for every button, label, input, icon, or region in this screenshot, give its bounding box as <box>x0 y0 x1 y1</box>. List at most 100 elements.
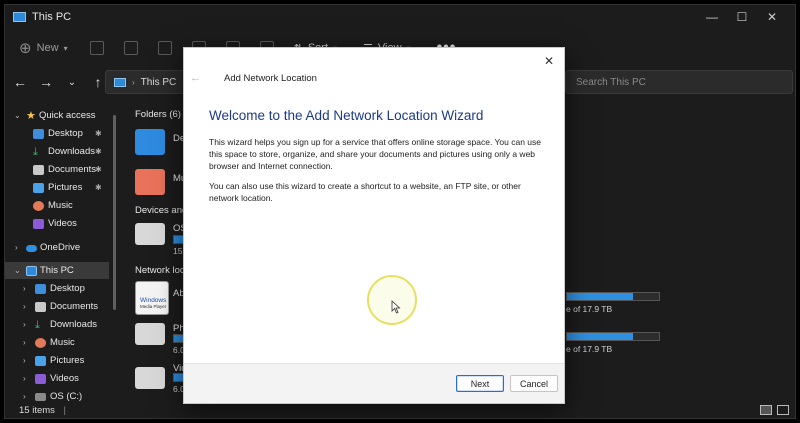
sidebar-item-pc-downloads[interactable]: › ⤓ Downloads <box>5 316 109 333</box>
sidebar-item-pc-documents[interactable]: › Documents <box>5 298 109 315</box>
copy-icon[interactable] <box>123 41 138 55</box>
sidebar-item-desktop[interactable]: Desktop ✱ <box>5 125 109 142</box>
chevron-right-icon: › <box>132 77 135 87</box>
item-count: 15 items <box>19 405 55 416</box>
search-input[interactable]: Search This PC <box>565 70 793 94</box>
this-pc-icon <box>13 12 26 22</box>
details-view-icon[interactable] <box>760 405 772 415</box>
network-drive-free: e of 17.9 TB <box>566 304 613 314</box>
windows-badge: Windows <box>140 297 167 304</box>
star-icon: ★ <box>26 109 36 122</box>
chevron-right-icon: › <box>23 392 26 401</box>
sidebar-item-label: Desktop <box>48 128 83 139</box>
wizard-heading: Welcome to the Add Network Location Wiza… <box>209 108 484 123</box>
plus-icon: ⊕ <box>19 40 32 57</box>
sidebar-item-label: OneDrive <box>40 242 81 253</box>
close-window-button[interactable]: ✕ <box>757 5 787 29</box>
network-drive-icon <box>135 323 165 345</box>
new-button[interactable]: ⊕ New ▾ <box>19 39 68 57</box>
recent-chevron-icon[interactable]: ⌄ <box>61 77 83 88</box>
desktop-icon <box>35 283 46 294</box>
navigation-pane: ⌄ ★ Quick access Desktop ✱ ⤓ Downloads ✱… <box>5 105 115 405</box>
videos-icon <box>33 218 44 229</box>
sidebar-item-downloads[interactable]: ⤓ Downloads ✱ <box>5 143 109 160</box>
sidebar-item-os-drive[interactable]: › OS (C:) <box>5 388 109 405</box>
desktop-icon <box>33 128 44 139</box>
chevron-right-icon: › <box>23 320 26 329</box>
network-drive-free: e of 17.9 TB <box>566 344 613 354</box>
cut-icon[interactable] <box>89 41 104 55</box>
back-arrow-icon[interactable]: ← <box>190 72 201 84</box>
chevron-down-icon: ⌄ <box>14 111 21 120</box>
sidebar-item-this-pc[interactable]: ⌄ This PC <box>5 262 109 279</box>
forward-arrow-icon[interactable]: → <box>35 74 57 90</box>
network-usage-bar-right <box>566 292 660 301</box>
minimize-button[interactable]: — <box>697 5 727 29</box>
cancel-button[interactable]: Cancel <box>510 375 558 392</box>
sidebar-item-label: Videos <box>50 373 79 384</box>
sidebar-item-pc-desktop[interactable]: › Desktop <box>5 280 109 297</box>
chevron-down-icon: ▾ <box>63 43 68 53</box>
close-icon[interactable]: ✕ <box>540 52 558 70</box>
sidebar-item-label: This PC <box>40 265 74 276</box>
network-group-header[interactable]: Network loca <box>135 265 190 276</box>
pictures-icon <box>33 182 44 193</box>
this-pc-icon <box>114 77 126 87</box>
pin-icon: ✱ <box>95 165 102 174</box>
sidebar-item-label: Videos <box>48 218 77 229</box>
chevron-right-icon: › <box>23 302 26 311</box>
dialog-footer: Next Cancel <box>184 363 564 403</box>
sidebar-item-label: Pictures <box>48 182 83 193</box>
chevron-right-icon: › <box>23 338 26 347</box>
sidebar-item-label: Documents <box>50 301 99 312</box>
this-pc-icon <box>26 265 37 276</box>
network-usage-bar-right <box>566 332 660 341</box>
sidebar-item-pc-videos[interactable]: › Videos <box>5 370 109 387</box>
music-folder-icon <box>135 169 165 195</box>
sidebar-item-label: Downloads <box>48 146 95 157</box>
pin-icon: ✱ <box>95 147 102 156</box>
sidebar-item-onedrive[interactable]: › OneDrive <box>5 239 109 256</box>
new-label: New <box>36 42 59 54</box>
music-icon <box>33 200 44 211</box>
network-drive-icon <box>135 367 165 389</box>
paste-icon[interactable] <box>157 41 172 55</box>
dialog-title: Add Network Location <box>224 73 317 84</box>
sidebar-item-pc-music[interactable]: › Music <box>5 334 109 351</box>
sidebar-item-pc-pictures[interactable]: › Pictures <box>5 352 109 369</box>
mouse-pointer-icon <box>391 300 401 314</box>
documents-icon <box>35 301 46 312</box>
sidebar-item-label: Downloads <box>50 319 97 330</box>
tiles-view-icon[interactable] <box>777 405 789 415</box>
wizard-description-2: You can also use this wizard to create a… <box>209 181 521 203</box>
add-network-location-dialog: ✕ ← Add Network Location Welcome to the … <box>183 47 565 404</box>
title-bar: This PC <box>5 5 795 29</box>
media-player-badge: Media Player <box>140 304 167 309</box>
drive-icon <box>35 392 46 401</box>
sidebar-item-quick-access[interactable]: ⌄ ★ Quick access <box>5 107 109 124</box>
sidebar-item-label: Desktop <box>50 283 85 294</box>
sidebar-item-label: Documents <box>48 164 97 175</box>
sidebar-item-label: Music <box>50 337 75 348</box>
pictures-icon <box>35 355 46 366</box>
folders-group-header[interactable]: Folders (6) <box>135 109 181 120</box>
chevron-right-icon: › <box>15 243 18 252</box>
back-arrow-icon[interactable]: ← <box>9 74 31 90</box>
pin-icon: ✱ <box>95 183 102 192</box>
pin-icon: ✱ <box>95 129 102 138</box>
documents-icon <box>33 164 44 175</box>
sidebar-item-pictures[interactable]: Pictures ✱ <box>5 179 109 196</box>
desktop-folder-icon <box>135 129 165 155</box>
sidebar-item-documents[interactable]: Documents ✱ <box>5 161 109 178</box>
sidebar-scrollbar[interactable] <box>113 115 116 310</box>
chevron-right-icon: › <box>23 356 26 365</box>
chevron-right-icon: › <box>23 284 26 293</box>
next-button[interactable]: Next <box>456 375 504 392</box>
sidebar-item-music[interactable]: Music <box>5 197 109 214</box>
sidebar-item-videos[interactable]: Videos <box>5 215 109 232</box>
maximize-button[interactable]: ☐ <box>727 5 757 29</box>
chevron-down-icon: ⌄ <box>14 266 21 275</box>
status-item-count: 15 items | <box>19 405 66 416</box>
address-path: This PC <box>140 76 177 88</box>
sidebar-item-label: Music <box>48 200 73 211</box>
